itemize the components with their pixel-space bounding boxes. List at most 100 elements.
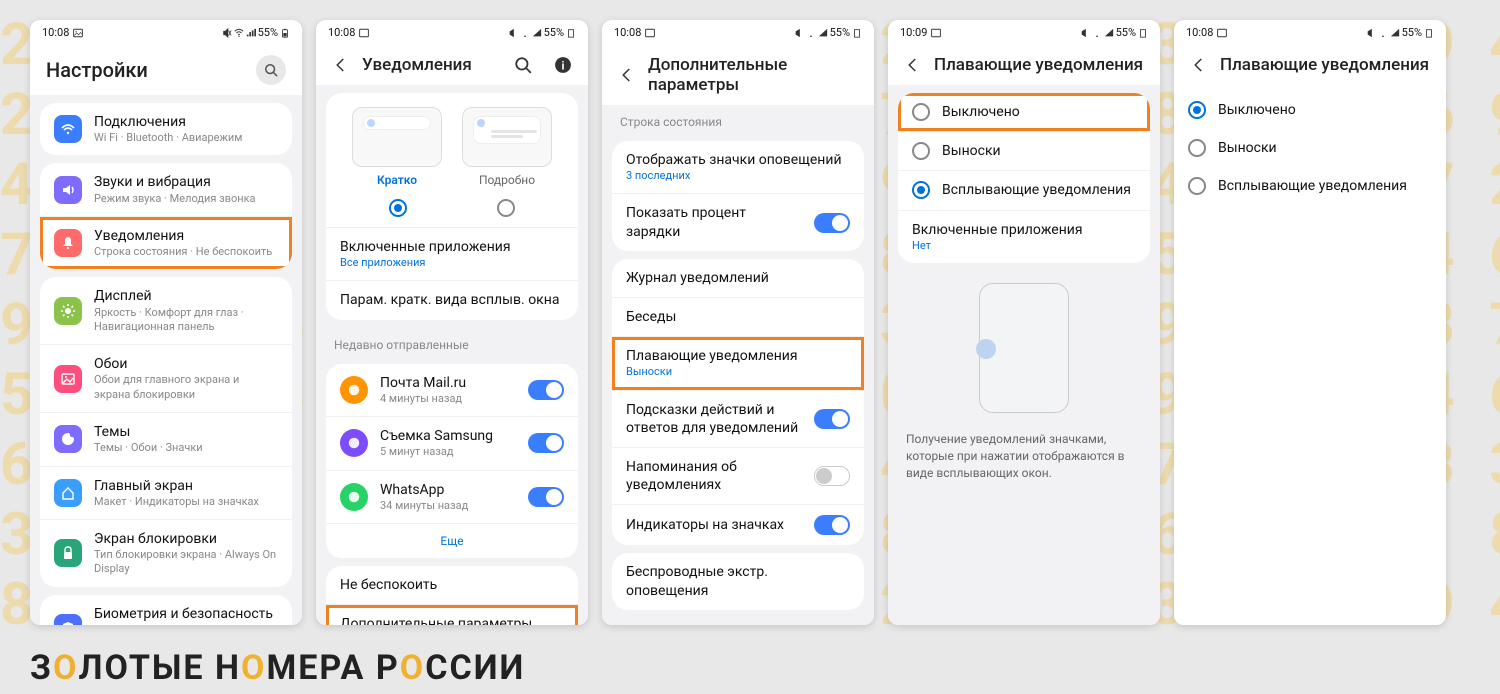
back-icon[interactable] (904, 56, 922, 74)
screen-floating-2: 10:08 55% Плавающие уведомления Выключен… (1174, 20, 1446, 625)
image-icon (645, 28, 655, 38)
screen-floating-1: 10:09 55% Плавающие уведомления Выключен… (888, 20, 1160, 625)
signal-icon (1390, 28, 1400, 38)
radio[interactable] (912, 103, 930, 121)
status-bar: 10:09 55% (888, 20, 1160, 43)
radio[interactable] (912, 181, 930, 199)
screen-advanced: 10:08 55% Дополнительные параметры Строк… (602, 20, 874, 625)
search-button[interactable] (256, 55, 286, 85)
wifi-icon (1092, 28, 1102, 38)
status-bar-label: Строка состояния (602, 105, 874, 133)
page-title: Дополнительные параметры (648, 55, 858, 95)
svg-text:i: i (562, 60, 565, 73)
radio-brief[interactable] (389, 199, 407, 217)
reminders-item[interactable]: Напоминания об уведомлениях (612, 448, 864, 505)
settings-item-wallpaper[interactable]: ОбоиОбои для главного экрана и экрана бл… (40, 345, 292, 413)
option-popup[interactable]: Всплывающие уведомления (898, 171, 1150, 210)
radio[interactable] (1188, 177, 1206, 195)
signal-icon (818, 28, 828, 38)
wifi-icon (806, 28, 816, 38)
toggle[interactable] (528, 380, 564, 400)
signal-icon (532, 28, 542, 38)
settings-item-sounds[interactable]: Звуки и вибрацияРежим звука · Мелодия зв… (40, 163, 292, 216)
status-bar: 10:08 55% (1174, 20, 1446, 43)
image-icon (359, 28, 369, 38)
popup-params-item[interactable]: Парам. кратк. вида всплыв. окна (326, 281, 578, 319)
wifi-icon (234, 28, 244, 38)
image-icon (54, 365, 82, 393)
suggestions-item[interactable]: Подсказки действий и ответов для уведомл… (612, 391, 864, 448)
settings-item-home[interactable]: Главный экранМакет · Индикаторы на значк… (40, 467, 292, 520)
battery-icon (566, 28, 576, 38)
back-icon[interactable] (332, 56, 350, 74)
notification-style-picker: Кратко Подробно (326, 93, 578, 195)
shield-icon (54, 614, 82, 625)
page-title: Плавающие уведомления (1220, 55, 1429, 75)
brand-footer: ЗОЛОТЫЕ НОМЕРА РОССИИ (30, 648, 525, 688)
status-bar: 10:08 55% (30, 20, 302, 43)
recent-label: Недавно отправленные (316, 328, 588, 356)
mute-icon (508, 28, 518, 38)
signal-icon (1104, 28, 1114, 38)
settings-item-biometrics[interactable]: Биометрия и безопасностьРаспознавание ли… (40, 595, 292, 625)
search-icon[interactable] (514, 56, 532, 74)
radio-detailed[interactable] (497, 199, 515, 217)
settings-item-lockscreen[interactable]: Экран блокировкиТип блокировки экрана · … (40, 520, 292, 587)
advanced-item[interactable]: Дополнительные параметры (326, 605, 578, 625)
radio[interactable] (1188, 139, 1206, 157)
dnd-item[interactable]: Не беспокоить (326, 566, 578, 605)
wifi-icon (1378, 28, 1388, 38)
back-icon[interactable] (618, 66, 636, 84)
journal-item[interactable]: Журнал уведомлений (612, 259, 864, 298)
image-icon (73, 28, 83, 38)
settings-item-connections[interactable]: ПодключенияWi Fi · Bluetooth · Авиарежим (40, 103, 292, 155)
option-callouts[interactable]: Выноски (1174, 129, 1446, 167)
phone-illustration (979, 283, 1069, 413)
toggle[interactable] (528, 487, 564, 507)
show-battery-item[interactable]: Показать процент зарядки (612, 194, 864, 250)
sound-icon (54, 176, 82, 204)
app-icon (340, 483, 368, 511)
settings-item-notifications[interactable]: УведомленияСтрока состояния · Не беспоко… (40, 217, 292, 269)
page-header: Настройки (30, 43, 302, 95)
conversations-item[interactable]: Беседы (612, 298, 864, 337)
battery-icon (1424, 28, 1434, 38)
app-icon (340, 376, 368, 404)
info-icon[interactable]: i (554, 56, 572, 74)
badges-item[interactable]: Индикаторы на значках (612, 505, 864, 545)
status-battery: 55% (258, 26, 278, 39)
enabled-apps[interactable]: Включенные приложенияНет (898, 211, 1150, 263)
recent-app-item[interactable]: Почта Mail.ru4 минуты назад (326, 364, 578, 417)
palette-icon (54, 425, 82, 453)
floating-item[interactable]: Плавающие уведомленияВыноски (612, 337, 864, 390)
style-brief[interactable]: Кратко (352, 107, 442, 187)
settings-item-themes[interactable]: ТемыТемы · Обои · Значки (40, 413, 292, 466)
screen-settings: 10:08 55% Настройки ПодключенияWi Fi · B… (30, 20, 302, 625)
toggle[interactable] (814, 515, 850, 535)
mute-icon (794, 28, 804, 38)
toggle[interactable] (528, 433, 564, 453)
bell-icon (54, 229, 82, 257)
status-bar: 10:08 55% (316, 20, 588, 43)
option-off[interactable]: Выключено (1174, 85, 1446, 129)
back-icon[interactable] (1190, 56, 1208, 74)
mute-icon (222, 28, 232, 38)
toggle[interactable] (814, 213, 850, 233)
page-header: Плавающие уведомления (1174, 43, 1446, 85)
toggle[interactable] (814, 466, 850, 486)
emergency-item[interactable]: Беспроводные экстр. оповещения (612, 553, 864, 609)
recent-app-item[interactable]: Съемка Samsung5 минут назад (326, 417, 578, 470)
more-button[interactable]: Еще (326, 524, 578, 558)
recent-app-item[interactable]: WhatsApp34 минуты назад (326, 471, 578, 524)
enabled-apps-item[interactable]: Включенные приложенияВсе приложения (326, 228, 578, 281)
radio[interactable] (1188, 101, 1206, 119)
option-callouts[interactable]: Выноски (898, 132, 1150, 171)
settings-item-display[interactable]: ДисплейЯркость · Комфорт для глаз · Нави… (40, 277, 292, 345)
option-popup[interactable]: Всплывающие уведомления (1174, 167, 1446, 205)
style-detailed[interactable]: Подробно (462, 107, 552, 187)
toggle[interactable] (814, 409, 850, 429)
show-icons-item[interactable]: Отображать значки оповещений3 последних (612, 141, 864, 194)
signal-icon (246, 28, 256, 38)
radio[interactable] (912, 142, 930, 160)
option-off[interactable]: Выключено (898, 93, 1150, 132)
